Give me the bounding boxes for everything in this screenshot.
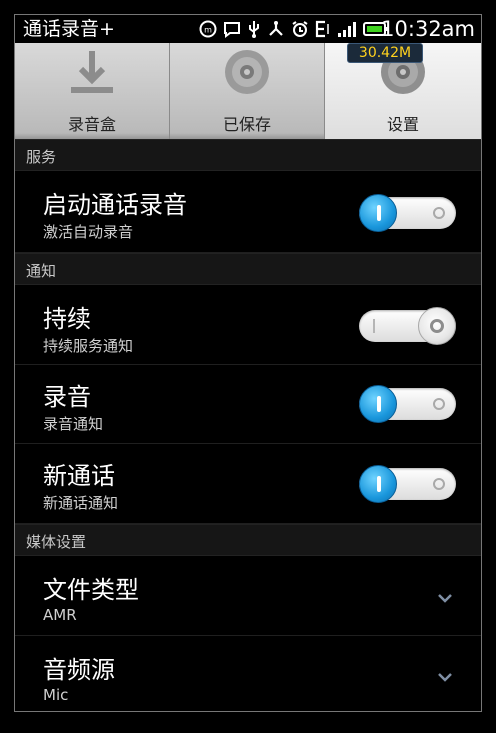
tab-recording-box[interactable]: 录音盒 — [15, 43, 170, 139]
section-header-label: 通知 — [26, 262, 57, 280]
setting-subtitle: 新通话通知 — [43, 494, 119, 512]
setting-row-new-call[interactable]: 新通话 新通话通知 — [15, 444, 481, 524]
toggle-off-marker — [433, 478, 445, 490]
toggle-knob — [359, 194, 397, 232]
usb-icon — [249, 21, 259, 38]
setting-value: AMR — [43, 606, 77, 624]
status-icons: m — [199, 18, 389, 40]
memory-badge: 30.42M — [347, 43, 423, 63]
toggle-recording-notify[interactable] — [359, 385, 456, 423]
chevron-down-icon — [438, 673, 452, 682]
tab-label: 已保存 — [222, 115, 271, 134]
setting-row-file-type[interactable]: 文件类型 AMR — [15, 556, 481, 636]
setting-title: 录音 — [43, 383, 91, 411]
status-app-title: 通话录音+ — [23, 18, 115, 40]
toggle-knob — [418, 307, 456, 345]
toggle-off-marker — [433, 398, 445, 410]
tab-saved[interactable]: 已保存 — [170, 43, 325, 139]
toggle-new-call[interactable] — [359, 465, 456, 503]
section-header-media: 媒体设置 — [15, 524, 481, 556]
tab-label: 设置 — [386, 115, 419, 134]
setting-title: 持续 — [43, 305, 91, 333]
toggle-persistent[interactable] — [359, 307, 456, 345]
alarm-icon — [292, 21, 308, 37]
setting-row-audio-source[interactable]: 音频源 Mic — [15, 636, 481, 711]
setting-title: 启动通话录音 — [43, 191, 187, 219]
setting-subtitle: 激活自动录音 — [43, 223, 134, 241]
message-icon — [224, 22, 240, 38]
setting-row-recording-notify[interactable]: 录音 录音通知 — [15, 365, 481, 444]
app-window: 通话录音+ m 10:32am 录音盒 已保存 设置 30.42M 服务 启动通… — [15, 15, 481, 711]
status-time: 10:32am — [381, 17, 475, 41]
setting-title: 文件类型 — [43, 576, 139, 604]
setting-title: 音频源 — [43, 656, 115, 684]
setting-title: 新通话 — [43, 462, 115, 490]
toggle-knob — [359, 465, 397, 503]
status-bar: 通话录音+ m 10:32am — [15, 15, 481, 43]
toggle-off-marker — [433, 207, 445, 219]
setting-row-start-recording[interactable]: 启动通话录音 激活自动录音 — [15, 171, 481, 253]
svg-text:m: m — [204, 26, 212, 35]
setting-row-persistent[interactable]: 持续 持续服务通知 — [15, 285, 481, 365]
section-header-service: 服务 — [15, 139, 481, 171]
setting-subtitle: 持续服务通知 — [43, 337, 134, 355]
section-header-notify: 通知 — [15, 253, 481, 285]
data-e-icon — [315, 20, 329, 38]
setting-subtitle: 录音通知 — [43, 415, 104, 433]
usb-connect-icon — [269, 21, 283, 36]
section-header-label: 服务 — [26, 148, 57, 166]
disc-icon — [225, 50, 269, 94]
download-icon — [71, 51, 113, 93]
toggle-knob — [359, 385, 397, 423]
tab-label: 录音盒 — [67, 115, 116, 134]
chevron-down-icon — [438, 594, 452, 603]
signal-icon — [338, 22, 356, 37]
setting-value: Mic — [43, 686, 69, 704]
toggle-on-marker — [373, 319, 375, 333]
toggle-start-recording[interactable] — [359, 194, 456, 232]
m-badge-icon: m — [199, 20, 217, 38]
section-header-label: 媒体设置 — [26, 533, 87, 551]
